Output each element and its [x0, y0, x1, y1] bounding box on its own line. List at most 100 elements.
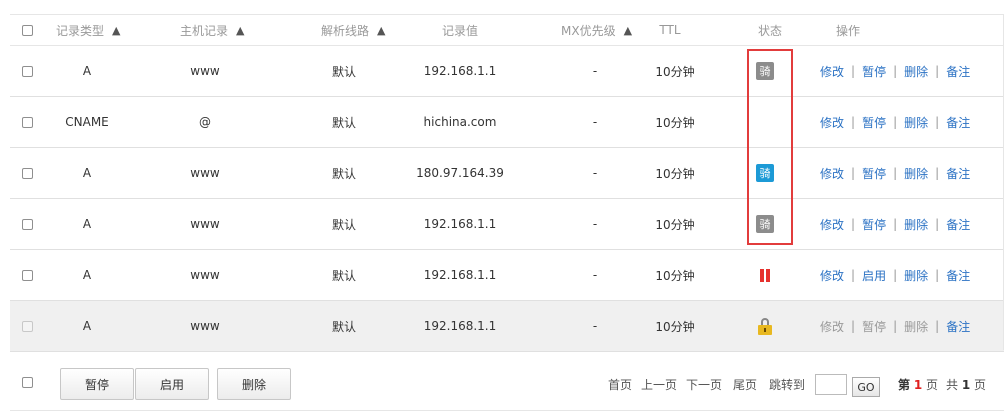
- ttl: 10分钟: [655, 217, 695, 232]
- op-separator: |: [935, 319, 940, 333]
- note-link[interactable]: 备注: [946, 114, 970, 131]
- operations-cell: 修改 | 暂停 | 删除 | 备注: [820, 97, 1004, 147]
- resolve-line: 默认: [331, 64, 356, 79]
- lock-icon: [758, 317, 772, 335]
- table-row: CNAME @ 默认 hichina.com - 10分钟 修改 | 暂停 | 删除 | 备…: [10, 97, 1004, 148]
- record-type: A: [82, 319, 92, 333]
- mx-priority: -: [592, 166, 598, 180]
- op-separator: |: [851, 64, 856, 78]
- mx-priority: -: [592, 64, 598, 78]
- op-separator: |: [851, 115, 856, 129]
- note-link[interactable]: 备注: [946, 267, 970, 284]
- toggle-link[interactable]: 暂停: [862, 165, 886, 182]
- jump-to-label: 跳转到: [769, 378, 806, 392]
- sort-asc-icon[interactable]: ▲: [624, 24, 632, 37]
- table-row: A www 默认 192.168.1.1 - 10分钟 骑 修改 | 暂停 | 删除 | 备…: [10, 199, 1004, 250]
- row-checkbox-cell[interactable]: [10, 97, 44, 147]
- mx-priority: -: [592, 268, 598, 282]
- delete-link[interactable]: 删除: [904, 114, 928, 131]
- footer-select-all-cell[interactable]: [10, 350, 44, 414]
- row-checkbox[interactable]: [21, 116, 33, 128]
- sort-asc-icon[interactable]: ▲: [377, 24, 385, 37]
- row-checkbox-cell[interactable]: [10, 148, 44, 198]
- header-mx-priority[interactable]: MX优先级 ▲: [561, 15, 641, 45]
- note-link[interactable]: 备注: [946, 63, 970, 80]
- jump-page-input[interactable]: [815, 374, 847, 395]
- prev-page-link[interactable]: 上一页: [641, 376, 677, 393]
- resolve-line: 默认: [331, 319, 356, 334]
- go-button[interactable]: GO: [852, 377, 880, 397]
- delete-link[interactable]: 删除: [904, 216, 928, 233]
- first-page-link[interactable]: 首页: [608, 376, 632, 393]
- edit-link[interactable]: 修改: [820, 114, 844, 131]
- note-link[interactable]: 备注: [946, 165, 970, 182]
- edit-link[interactable]: 修改: [820, 165, 844, 182]
- record-type: A: [82, 166, 92, 180]
- note-link[interactable]: 备注: [946, 318, 970, 335]
- toggle-link[interactable]: 暂停: [862, 114, 886, 131]
- select-all-checkbox-cell[interactable]: [10, 15, 44, 45]
- delete-button[interactable]: 删除: [217, 368, 291, 400]
- header-record-value: 记录值: [441, 23, 478, 38]
- sort-asc-icon[interactable]: ▲: [112, 24, 120, 37]
- select-all-checkbox[interactable]: [21, 24, 33, 36]
- current-page-number: 1: [913, 378, 923, 392]
- row-checkbox[interactable]: [21, 167, 33, 179]
- host-record: www: [190, 166, 220, 180]
- record-value: 180.97.164.39: [416, 166, 504, 180]
- resolve-line: 默认: [331, 217, 356, 232]
- header-host-record[interactable]: 主机记录 ▲: [180, 15, 270, 45]
- record-value: 192.168.1.1: [423, 217, 497, 231]
- toggle-link[interactable]: 暂停: [862, 216, 886, 233]
- record-type: A: [82, 268, 92, 282]
- sort-asc-icon[interactable]: ▲: [236, 24, 244, 37]
- host-record: www: [190, 268, 220, 282]
- record-value: 192.168.1.1: [423, 268, 497, 282]
- status-cell: [745, 250, 785, 300]
- header-record-type[interactable]: 记录类型 ▲: [56, 15, 130, 45]
- toggle-link[interactable]: 启用: [862, 267, 886, 284]
- note-link[interactable]: 备注: [946, 216, 970, 233]
- edit-link[interactable]: 修改: [820, 216, 844, 233]
- delete-link[interactable]: 删除: [904, 165, 928, 182]
- record-type: CNAME: [65, 115, 109, 129]
- ttl: 10分钟: [655, 166, 695, 181]
- row-checkbox-cell[interactable]: [10, 250, 44, 300]
- op-separator: |: [935, 268, 940, 282]
- record-type: A: [82, 217, 92, 231]
- record-value: hichina.com: [423, 115, 497, 129]
- row-checkbox-cell[interactable]: [10, 199, 44, 249]
- row-checkbox[interactable]: [21, 65, 33, 77]
- paused-icon: [760, 268, 770, 282]
- op-separator: |: [935, 115, 940, 129]
- last-page-link[interactable]: 尾页: [733, 376, 757, 393]
- total-pages-number: 1: [961, 378, 971, 392]
- edit-link[interactable]: 修改: [820, 267, 844, 284]
- op-separator: |: [893, 319, 898, 333]
- row-checkbox[interactable]: [21, 218, 33, 230]
- ttl: 10分钟: [655, 268, 695, 283]
- record-value: 192.168.1.1: [423, 319, 497, 333]
- edit-link[interactable]: 修改: [820, 63, 844, 80]
- table-header: 记录类型 ▲ 主机记录 ▲ 解析线路 ▲ 记录值 MX优先级 ▲ TTL 状态 操作: [10, 14, 1004, 46]
- delete-link[interactable]: 删除: [904, 63, 928, 80]
- op-separator: |: [851, 319, 856, 333]
- table-footer: 暂停 启用 删除 首页 上一页 下一页 尾页 跳转到 GO 第 1 页 共 1 …: [10, 350, 1004, 411]
- row-checkbox[interactable]: [21, 269, 33, 281]
- mx-priority: -: [592, 217, 598, 231]
- toggle-link[interactable]: 暂停: [862, 63, 886, 80]
- table-body: A www 默认 192.168.1.1 - 10分钟 骑 修改 | 暂停 | 删除 | 备…: [10, 46, 1004, 352]
- op-separator: |: [851, 217, 856, 231]
- op-separator: |: [893, 268, 898, 282]
- operations-cell: 修改 | 暂停 | 删除 | 备注: [820, 46, 1004, 96]
- row-checkbox-cell[interactable]: [10, 46, 44, 96]
- op-separator: |: [851, 166, 856, 180]
- delete-link[interactable]: 删除: [904, 267, 928, 284]
- enable-button[interactable]: 启用: [135, 368, 209, 400]
- operations-cell: 修改 | 启用 | 删除 | 备注: [820, 250, 1004, 300]
- next-page-link[interactable]: 下一页: [686, 376, 722, 393]
- pause-button[interactable]: 暂停: [60, 368, 134, 400]
- row-checkbox-cell: [10, 301, 44, 351]
- footer-select-all-checkbox[interactable]: [21, 376, 33, 388]
- header-resolve-line[interactable]: 解析线路 ▲: [321, 15, 409, 45]
